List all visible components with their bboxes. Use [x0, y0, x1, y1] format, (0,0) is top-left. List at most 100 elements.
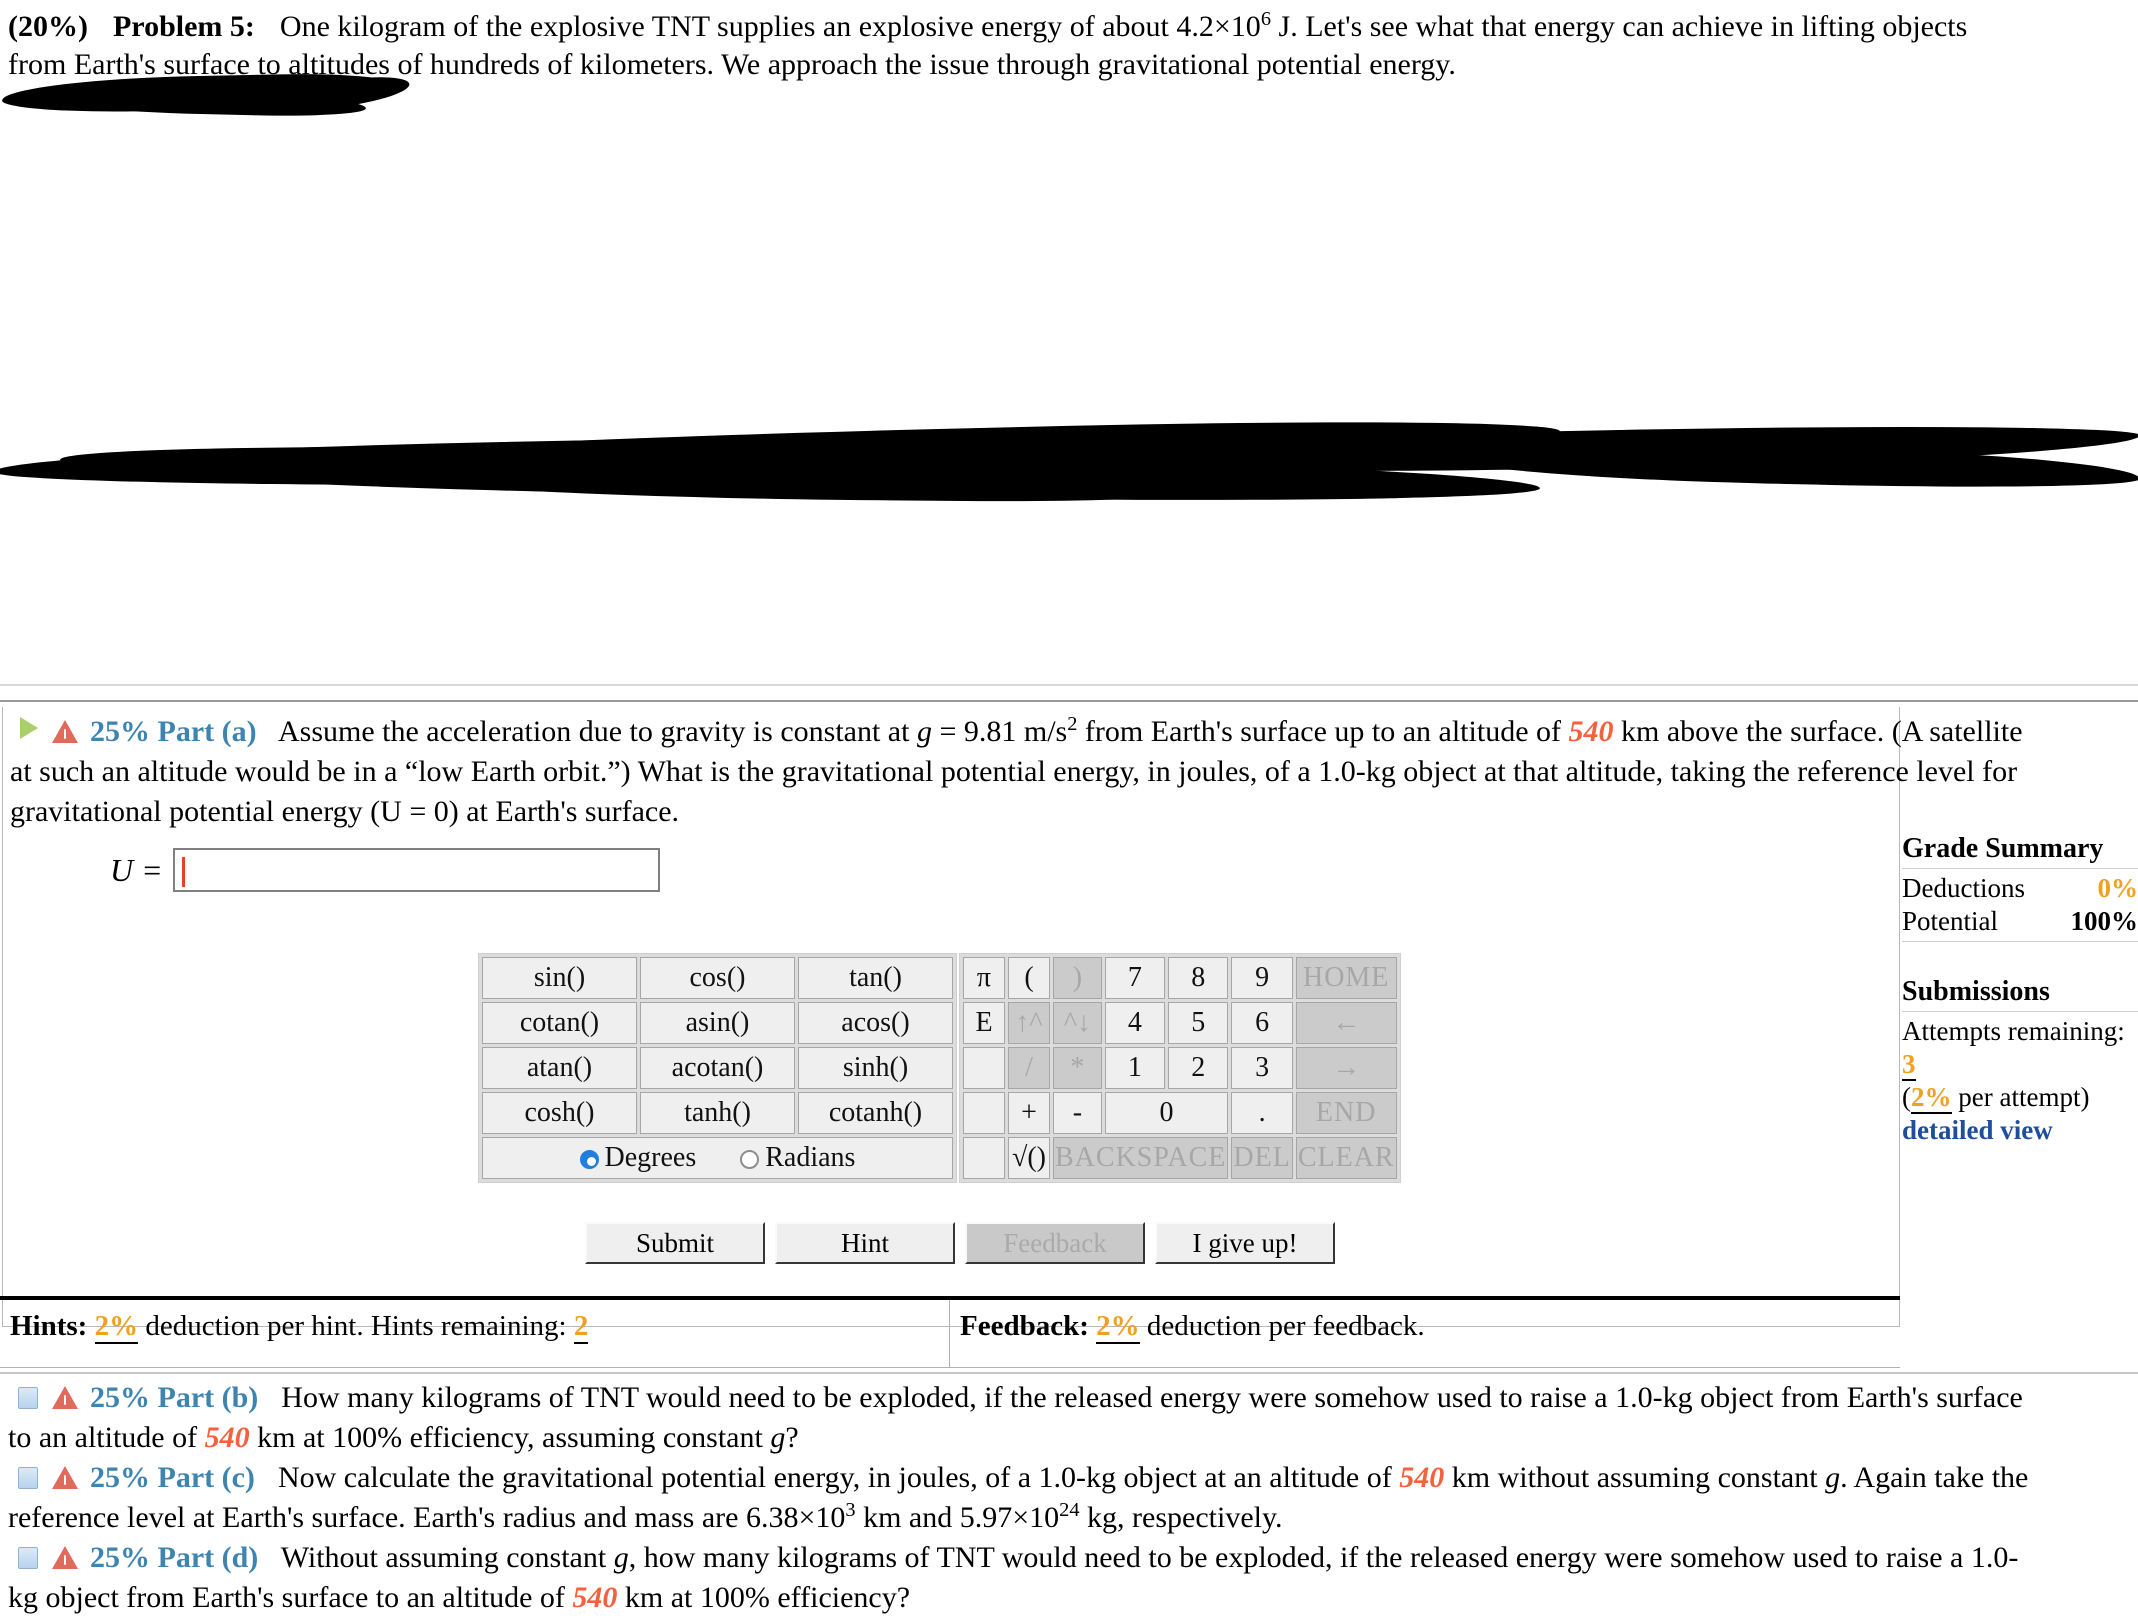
part-c-altitude: 540 [1399, 1461, 1445, 1494]
calculator-keypad[interactable]: sin() cos() tan() cotan() asin() acos() … [478, 953, 1401, 1183]
expand-square-icon[interactable] [18, 1387, 38, 1409]
grade-summary-title: Grade Summary [1902, 833, 2104, 864]
radio-degrees[interactable] [579, 1150, 599, 1169]
calc-fn-atan[interactable]: atan() [482, 1047, 637, 1089]
calc-fn-asin[interactable]: asin() [640, 1002, 795, 1044]
calc-fn-acotan[interactable]: acotan() [640, 1047, 795, 1089]
expand-square-icon[interactable] [18, 1467, 38, 1489]
calc-key-pi[interactable]: π [963, 957, 1005, 999]
answer-input[interactable] [172, 848, 660, 892]
hint-button[interactable]: Hint [775, 1222, 955, 1264]
part-b-percent: 25% [90, 1381, 150, 1414]
calc-key-decimal[interactable]: . [1231, 1092, 1293, 1134]
calc-fn-cos[interactable]: cos() [640, 957, 795, 999]
hints-deduction-pct: 2% [94, 1310, 139, 1344]
calc-key-1[interactable]: 1 [1104, 1047, 1166, 1089]
part-c-text-1a: Now calculate the gravitational potentia… [277, 1461, 1400, 1494]
part-b-line2: to an altitude of 540 km at 100% efficie… [8, 1418, 2138, 1458]
calc-fn-sin[interactable]: sin() [482, 957, 637, 999]
calc-key-blank [963, 1092, 1005, 1134]
answer-row: U = [110, 848, 660, 892]
give-up-button[interactable]: I give up! [1155, 1222, 1335, 1264]
part-c-var-g: g [1825, 1461, 1841, 1494]
part-d-var-g: g [613, 1541, 629, 1574]
part-d-label: Part (d) [157, 1541, 259, 1574]
problem-text-1b: J. Let's see what that energy can achiev… [1271, 10, 1968, 43]
hints-info: Hints: 2% deduction per hint. Hints rema… [0, 1300, 950, 1368]
per-attempt-pct: 2% [1911, 1082, 1952, 1114]
calc-fn-cotanh[interactable]: cotanh() [798, 1092, 953, 1134]
calc-key-5[interactable]: 5 [1168, 1002, 1229, 1044]
detailed-view-link[interactable]: detailed view [1902, 1114, 2138, 1147]
part-d-header[interactable]: 25% Part (d) Without assuming constant g… [8, 1538, 2138, 1578]
part-c-header[interactable]: 25% Part (c) Now calculate the gravitati… [8, 1458, 2138, 1498]
calc-key-power-up: ↑^ [1008, 1002, 1050, 1044]
calc-fn-tan[interactable]: tan() [798, 957, 953, 999]
calc-key-power-down: ^↓ [1053, 1002, 1102, 1044]
function-buttons[interactable]: sin() cos() tan() cotan() asin() acos() … [478, 953, 957, 1183]
divider [0, 684, 2138, 686]
calc-fn-cosh[interactable]: cosh() [482, 1092, 637, 1134]
deductions-row: Deductions 0% [1902, 872, 2138, 905]
calc-fn-tanh[interactable]: tanh() [640, 1092, 795, 1134]
part-a-var-g: g [916, 715, 932, 748]
deductions-value: 0% [2097, 873, 2138, 903]
potential-row: Potential 100% [1902, 905, 2138, 938]
calc-key-4[interactable]: 4 [1104, 1002, 1166, 1044]
problem-title: Problem 5: [112, 10, 255, 43]
part-d-altitude: 540 [572, 1581, 618, 1614]
numeric-keypad[interactable]: π ( ) 7 8 9 HOME E ↑^ ^↓ 4 5 6 ← / * 1 2… [959, 953, 1401, 1183]
hints-remaining-count: 2 [573, 1310, 589, 1344]
calc-key-minus[interactable]: - [1053, 1092, 1102, 1134]
part-a-percent: 25% [90, 715, 150, 748]
feedback-deduction-pct: 2% [1096, 1310, 1140, 1344]
warning-triangle-icon [52, 720, 78, 744]
expand-triangle-icon[interactable] [20, 717, 38, 739]
calc-key-plus[interactable]: + [1008, 1092, 1050, 1134]
potential-label: Potential [1902, 906, 1998, 936]
part-c-text-2b: km and 5.97×10 [855, 1501, 1060, 1534]
calc-fn-acos[interactable]: acos() [798, 1002, 953, 1044]
part-b-text-2a: to an altitude of [8, 1421, 205, 1454]
problem-exponent-6: 6 [1260, 8, 1272, 30]
calc-key-e[interactable]: E [963, 1002, 1005, 1044]
part-a-text-1: Assume the acceleration due to gravity i… [277, 715, 917, 748]
calc-key-clear: CLEAR [1295, 1137, 1397, 1179]
part-b-header[interactable]: 25% Part (b) How many kilograms of TNT w… [8, 1378, 2138, 1418]
calc-key-6[interactable]: 6 [1231, 1002, 1293, 1044]
part-c-percent: 25% [90, 1461, 150, 1494]
label-radians: Radians [765, 1142, 856, 1173]
calc-key-sqrt[interactable]: √() [1008, 1137, 1050, 1179]
calc-key-blank [963, 1047, 1005, 1089]
calc-key-8[interactable]: 8 [1168, 957, 1229, 999]
part-c-text-1c: . Again take the [1840, 1461, 2029, 1494]
part-a-text-2: = 9.81 m/s [931, 715, 1068, 748]
calc-key-3[interactable]: 3 [1231, 1047, 1293, 1089]
calc-key-2[interactable]: 2 [1168, 1047, 1229, 1089]
part-a-text-3: from Earth's surface up to an altitude o… [1077, 715, 1569, 748]
part-a-exponent: 2 [1067, 713, 1078, 735]
warning-triangle-icon [52, 1386, 78, 1410]
per-attempt-text: per attempt) [1951, 1082, 2090, 1112]
part-b-text-2b: km at 100% efficiency, assuming constant [249, 1421, 771, 1454]
submit-button[interactable]: Submit [585, 1222, 765, 1264]
calc-key-7[interactable]: 7 [1104, 957, 1166, 999]
radio-radians[interactable] [740, 1150, 760, 1169]
warning-triangle-icon [52, 1546, 78, 1570]
expand-square-icon[interactable] [18, 1547, 38, 1569]
calc-key-lparen[interactable]: ( [1008, 957, 1050, 999]
calc-fn-sinh[interactable]: sinh() [798, 1047, 953, 1089]
part-b-label: Part (b) [157, 1381, 259, 1414]
calc-key-arrow-right: → [1295, 1047, 1397, 1089]
calc-key-0[interactable]: 0 [1104, 1092, 1229, 1134]
calc-key-divide: / [1008, 1047, 1050, 1089]
warning-triangle-icon [52, 1466, 78, 1490]
calc-key-9[interactable]: 9 [1231, 957, 1293, 999]
part-a-text-6: gravitational potential energy (U = 0) a… [10, 795, 680, 828]
collapsed-parts: 25% Part (b) How many kilograms of TNT w… [0, 1378, 2138, 1618]
angle-mode-row[interactable]: Degrees Radians [482, 1137, 953, 1179]
calc-key-backspace: BACKSPACE [1053, 1137, 1229, 1179]
part-a-altitude: 540 [1568, 715, 1614, 748]
part-b-var-g: g [770, 1421, 786, 1454]
calc-fn-cotan[interactable]: cotan() [482, 1002, 637, 1044]
